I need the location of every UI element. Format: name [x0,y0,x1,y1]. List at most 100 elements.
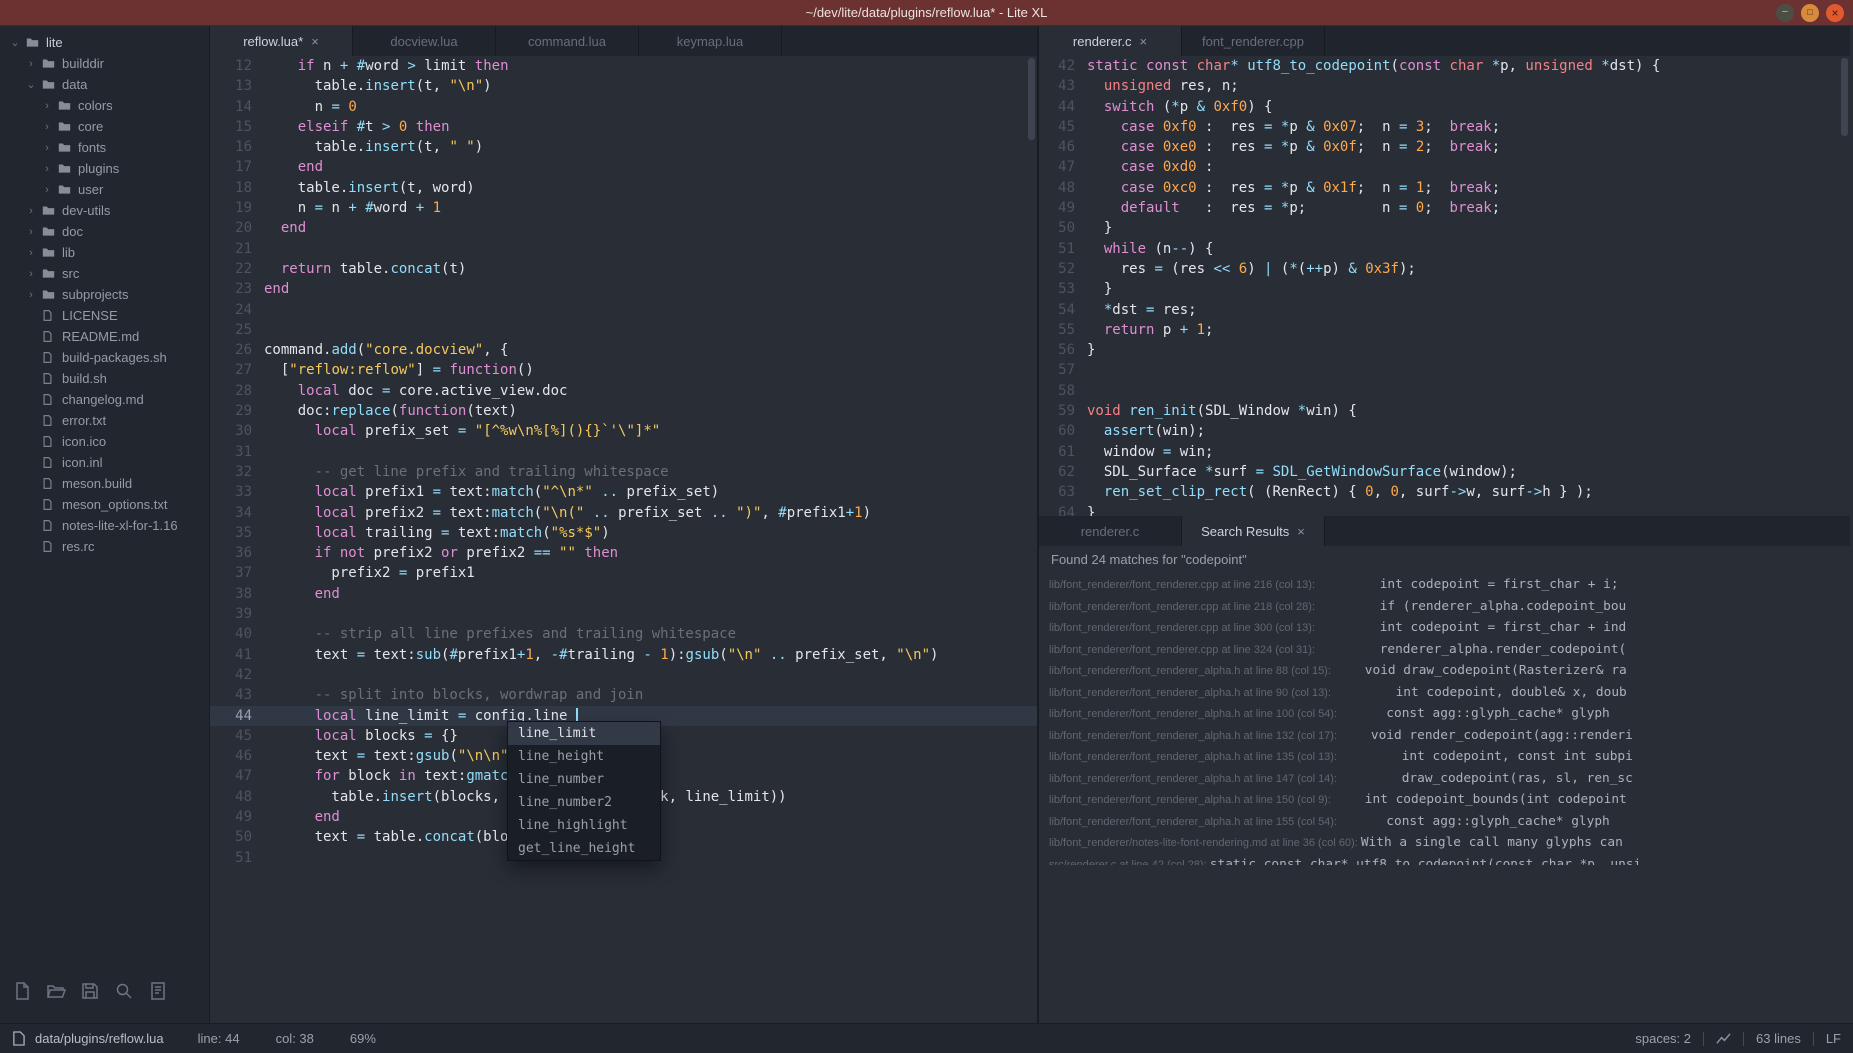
close-button[interactable]: × [1826,4,1844,22]
code-line[interactable]: 31 [210,442,1037,462]
tree-item-core[interactable]: ›core [0,116,209,137]
code-line[interactable]: 61 window = win; [1039,442,1850,462]
tree-item-fonts[interactable]: ›fonts [0,137,209,158]
search-result-row[interactable]: lib/font_renderer/font_renderer_alpha.h … [1049,788,1850,810]
tree-item-build-sh[interactable]: build.sh [0,368,209,389]
open-folder-icon[interactable] [46,981,66,1001]
search-result-row[interactable]: lib/font_renderer/font_renderer_alpha.h … [1049,724,1850,746]
code-line[interactable]: 17 end [210,157,1037,177]
tab-search-results[interactable]: Search Results× [1182,516,1325,546]
code-line[interactable]: 19 n = n + #word + 1 [210,198,1037,218]
code-line[interactable]: 43 -- split into blocks, wordwrap and jo… [210,685,1037,705]
code-line[interactable]: 54 *dst = res; [1039,300,1850,320]
tree-item-build-packages-sh[interactable]: build-packages.sh [0,347,209,368]
code-line[interactable]: 15 elseif #t > 0 then [210,117,1037,137]
code-line[interactable]: 43 unsigned res, n; [1039,76,1850,96]
tree-item-lib[interactable]: ›lib [0,242,209,263]
tab-docview-lua[interactable]: docview.lua [353,26,496,56]
code-line[interactable]: 27 ["reflow:reflow"] = function() [210,360,1037,380]
search-result-row[interactable]: lib/font_renderer/font_renderer_alpha.h … [1049,702,1850,724]
tab-reflow-lua-[interactable]: reflow.lua*× [210,26,353,56]
tree-item-license[interactable]: LICENSE [0,305,209,326]
autocomplete-item[interactable]: line_number [508,768,660,791]
code-line[interactable]: 38 end [210,584,1037,604]
code-line[interactable]: 40 -- strip all line prefixes and traili… [210,624,1037,644]
code-line[interactable]: 13 table.insert(t, "\n") [210,76,1037,96]
tree-item-dev-utils[interactable]: ›dev-utils [0,200,209,221]
tree-item-doc[interactable]: ›doc [0,221,209,242]
code-line[interactable]: 59void ren_init(SDL_Window *win) { [1039,401,1850,421]
status-line-ending[interactable]: LF [1826,1031,1841,1046]
code-line[interactable]: 41 text = text:sub(#prefix1+1, -#trailin… [210,645,1037,665]
code-line[interactable]: 47 case 0xd0 : [1039,157,1850,177]
search-result-row[interactable]: lib/font_renderer/font_renderer.cpp at l… [1049,616,1850,638]
code-line[interactable]: 37 prefix2 = prefix1 [210,563,1037,583]
code-line[interactable]: 22 return table.concat(t) [210,259,1037,279]
left-code-area[interactable]: line_limitline_heightline_numberline_num… [210,56,1037,1023]
code-line[interactable]: 36 if not prefix2 or prefix2 == "" then [210,543,1037,563]
code-line[interactable]: 35 local trailing = text:match("%s*$") [210,523,1037,543]
tree-item-error-txt[interactable]: error.txt [0,410,209,431]
code-line[interactable]: 20 end [210,218,1037,238]
tab-keymap-lua[interactable]: keymap.lua [639,26,782,56]
search-result-row[interactable]: lib/font_renderer/font_renderer_alpha.h … [1049,681,1850,703]
code-line[interactable]: 34 local prefix2 = text:match("\n(" .. p… [210,503,1037,523]
code-line[interactable]: 44 switch (*p & 0xf0) { [1039,97,1850,117]
search-result-row[interactable]: lib/font_renderer/font_renderer.cpp at l… [1049,595,1850,617]
tree-item-lite[interactable]: ⌄lite [0,32,209,53]
code-line[interactable]: 49 default : res = *p; n = 0; break; [1039,198,1850,218]
tree-item-plugins[interactable]: ›plugins [0,158,209,179]
code-line[interactable]: 33 local prefix1 = text:match("^\n*" .. … [210,482,1037,502]
code-line[interactable]: 28 local doc = core.active_view.doc [210,381,1037,401]
code-line[interactable]: 46 case 0xe0 : res = *p & 0x0f; n = 2; b… [1039,137,1850,157]
autocomplete-item[interactable]: get_line_height [508,837,660,860]
code-line[interactable]: 16 table.insert(t, " ") [210,137,1037,157]
tab-renderer-c[interactable]: renderer.c [1039,516,1182,546]
tree-item-builddir[interactable]: ›builddir [0,53,209,74]
tab-command-lua[interactable]: command.lua [496,26,639,56]
close-tab-icon[interactable]: × [311,34,319,49]
code-line[interactable]: 12 if n + #word > limit then [210,56,1037,76]
tree-item-colors[interactable]: ›colors [0,95,209,116]
search-result-row[interactable]: lib/font_renderer/font_renderer_alpha.h … [1049,745,1850,767]
tree-item-readme-md[interactable]: README.md [0,326,209,347]
tree-item-data[interactable]: ⌄data [0,74,209,95]
search-result-row[interactable]: lib/font_renderer/font_renderer_alpha.h … [1049,767,1850,789]
code-line[interactable]: 23end [210,279,1037,299]
tab-font-renderer-cpp[interactable]: font_renderer.cpp [1182,26,1325,56]
tree-item-src[interactable]: ›src [0,263,209,284]
code-line[interactable]: 25 [210,320,1037,340]
search-result-row[interactable]: lib/font_renderer/font_renderer.cpp at l… [1049,573,1850,595]
code-line[interactable]: 58 [1039,381,1850,401]
tab-renderer-c[interactable]: renderer.c× [1039,26,1182,56]
close-tab-icon[interactable]: × [1139,34,1147,49]
code-line[interactable]: 45 case 0xf0 : res = *p & 0x07; n = 3; b… [1039,117,1850,137]
code-line[interactable]: 64} [1039,503,1850,516]
tree-item-meson-build[interactable]: meson.build [0,473,209,494]
code-line[interactable]: 14 n = 0 [210,97,1037,117]
code-line[interactable]: 62 SDL_Surface *surf = SDL_GetWindowSurf… [1039,462,1850,482]
code-line[interactable]: 29 doc:replace(function(text) [210,401,1037,421]
code-line[interactable]: 21 [210,239,1037,259]
code-line[interactable]: 56} [1039,340,1850,360]
status-col[interactable]: col: 38 [276,1031,314,1046]
scrollbar-thumb[interactable] [1841,58,1848,136]
new-file-icon[interactable] [12,981,32,1001]
search-result-row[interactable]: lib/font_renderer/notes-lite-font-render… [1049,831,1850,853]
code-line[interactable]: 18 table.insert(t, word) [210,178,1037,198]
code-line[interactable]: 57 [1039,360,1850,380]
code-line[interactable]: 52 res = (res << 6) | (*(++p) & 0x3f); [1039,259,1850,279]
tree-item-icon-inl[interactable]: icon.inl [0,452,209,473]
autocomplete-item[interactable]: line_limit [508,722,660,745]
tree-item-subprojects[interactable]: ›subprojects [0,284,209,305]
search-result-row[interactable]: lib/font_renderer/font_renderer.cpp at l… [1049,638,1850,660]
tree-item-icon-ico[interactable]: icon.ico [0,431,209,452]
close-tab-icon[interactable]: × [1297,524,1305,539]
tree-item-changelog-md[interactable]: changelog.md [0,389,209,410]
code-line[interactable]: 50 } [1039,218,1850,238]
scrollbar-thumb[interactable] [1028,58,1035,140]
code-line[interactable]: 60 assert(win); [1039,421,1850,441]
code-line[interactable]: 48 case 0xc0 : res = *p & 0x1f; n = 1; b… [1039,178,1850,198]
search-result-row[interactable]: lib/font_renderer/font_renderer_alpha.h … [1049,659,1850,681]
autocomplete-item[interactable]: line_number2 [508,791,660,814]
